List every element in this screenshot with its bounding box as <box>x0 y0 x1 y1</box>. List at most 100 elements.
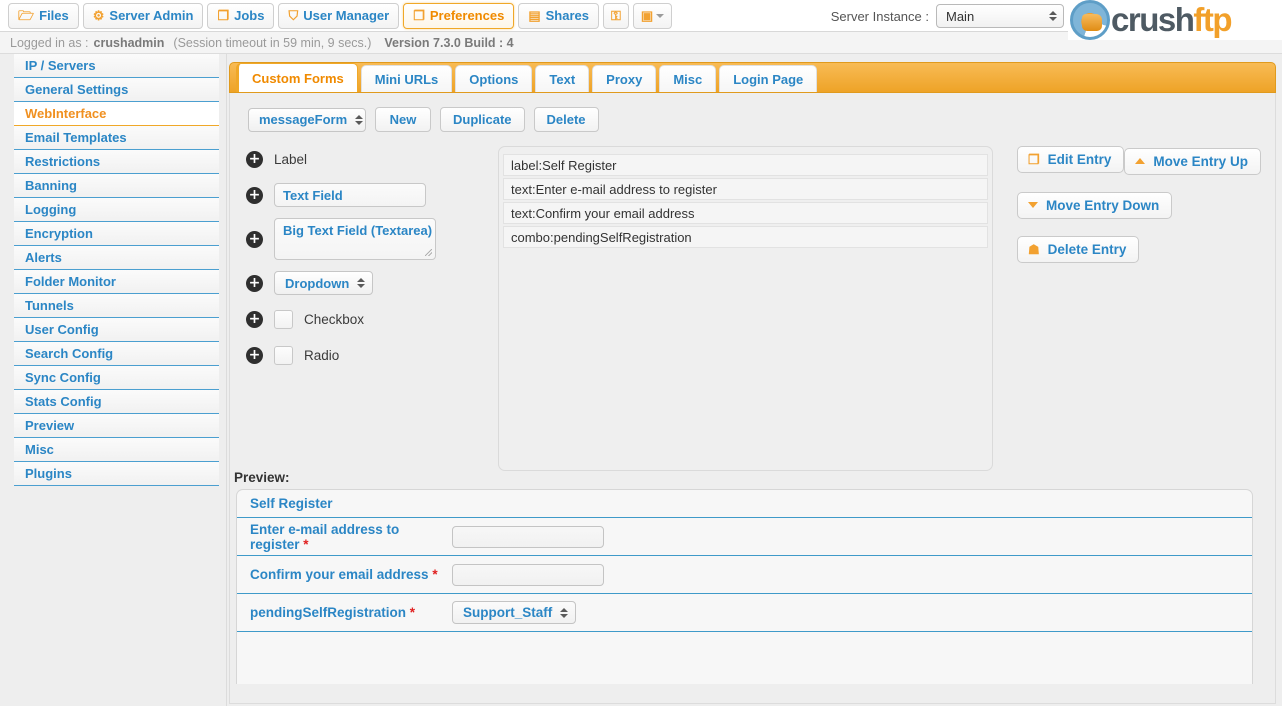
tab-label: Mini URLs <box>375 72 439 87</box>
logged-in-username: crushadmin <box>94 36 165 50</box>
required-asterisk: * <box>406 605 415 620</box>
nav-button-jobs[interactable]: ❐ Jobs <box>207 3 274 29</box>
sidebar-item-misc[interactable]: Misc <box>14 438 219 462</box>
sidebar-item-preview[interactable]: Preview <box>14 414 219 438</box>
form-entry-item[interactable]: text:Enter e-mail address to register <box>503 178 988 200</box>
sidebar-item-label: Folder Monitor <box>25 274 116 289</box>
tab-login-page[interactable]: Login Page <box>719 65 817 92</box>
sidebar-item-user-config[interactable]: User Config <box>14 318 219 342</box>
tab-misc[interactable]: Misc <box>659 65 716 92</box>
page-icon: ❐ <box>1028 153 1040 166</box>
add-dropdown-icon[interactable]: + <box>246 275 263 292</box>
logo-text-secondary: ftp <box>1193 1 1231 38</box>
preview-field-label-text: pendingSelfRegistration <box>250 605 406 620</box>
form-entry-item[interactable]: label:Self Register <box>503 154 988 176</box>
lock-icon: ⚿ <box>611 9 621 22</box>
custom-forms-panel: messageForm New Duplicate Delete +Label+… <box>229 93 1276 704</box>
sidebar-item-folder-monitor[interactable]: Folder Monitor <box>14 270 219 294</box>
palette-textarea-field[interactable]: Big Text Field (Textarea) <box>274 218 436 260</box>
sidebar-item-plugins[interactable]: Plugins <box>14 462 219 486</box>
sidebar-item-sync-config[interactable]: Sync Config <box>14 366 219 390</box>
add-radio-icon[interactable]: + <box>246 347 263 364</box>
sidebar-item-banning[interactable]: Banning <box>14 174 219 198</box>
palette-dropdown-field[interactable]: Dropdown <box>274 271 373 295</box>
preview-field-label: pendingSelfRegistration * <box>250 605 452 620</box>
sidebar-item-restrictions[interactable]: Restrictions <box>14 150 219 174</box>
sidebar-item-label: Plugins <box>25 466 72 481</box>
palette-radio-group: Radio <box>274 346 339 365</box>
nav-button-label: Jobs <box>234 8 264 23</box>
form-preview: Self Register Enter e-mail address to re… <box>236 489 1253 684</box>
nav-button-preferences[interactable]: ❐Preferences <box>403 3 514 29</box>
palette-checkbox-label: Checkbox <box>304 312 364 327</box>
logo-text-primary: crush <box>1111 1 1193 38</box>
chevron-updown-icon <box>355 115 363 125</box>
form-entry-item[interactable]: combo:pendingSelfRegistration <box>503 226 988 248</box>
tab-mini-urls[interactable]: Mini URLs <box>361 65 453 92</box>
session-timeout-text: (Session timeout in 59 min, 9 secs.) <box>173 36 371 50</box>
form-entry-list[interactable]: label:Self Registertext:Enter e-mail add… <box>498 146 993 471</box>
sidebar-item-encryption[interactable]: Encryption <box>14 222 219 246</box>
move-entry-down-button[interactable]: Move Entry Down <box>1017 192 1172 219</box>
sidebar-item-logging[interactable]: Logging <box>14 198 219 222</box>
palette-label-text: Label <box>274 152 307 167</box>
copy-icon: ❐ <box>217 9 229 22</box>
palette-row-dropdown: + Dropdown <box>246 270 498 296</box>
preview-text-input[interactable] <box>452 526 604 548</box>
sidebar-item-label: Misc <box>25 442 54 457</box>
nav-button-label: Shares <box>546 8 589 23</box>
sidebar-item-label: General Settings <box>25 82 128 97</box>
palette-row-checkbox: + Checkbox <box>246 306 498 332</box>
add-textarea-icon[interactable]: + <box>246 231 263 248</box>
palette-checkbox-box[interactable] <box>274 310 293 329</box>
edit-entry-button[interactable]: ❐Edit Entry <box>1017 146 1124 173</box>
palette-text-field[interactable]: Text Field <box>274 183 426 207</box>
tab-custom-forms[interactable]: Custom Forms <box>236 63 358 92</box>
add-checkbox-icon[interactable]: + <box>246 311 263 328</box>
tab-label: Misc <box>673 72 702 87</box>
tab-proxy[interactable]: Proxy <box>592 65 656 92</box>
sidebar-item-general-settings[interactable]: General Settings <box>14 78 219 102</box>
add-text-icon[interactable]: + <box>246 187 263 204</box>
form-entry-label: text:Confirm your email address <box>511 206 695 221</box>
trash-icon: ☗ <box>1028 243 1040 256</box>
sidebar-item-label: User Config <box>25 322 99 337</box>
server-instance-dropdown[interactable]: Main <box>936 4 1064 28</box>
preview-field-label: Enter e-mail address to register * <box>250 522 452 552</box>
new-form-button[interactable]: New <box>375 107 431 132</box>
folder-icon: 🗁 <box>18 9 34 22</box>
top-navigation-bar: 🗁Files⚙Server Admin ❐ Jobs ⛉User Manager❐Pr… <box>0 0 1282 32</box>
palette-dropdown-label: Dropdown <box>285 276 349 291</box>
sidebar-item-tunnels[interactable]: Tunnels <box>14 294 219 318</box>
tab-options[interactable]: Options <box>455 65 532 92</box>
form-select-dropdown[interactable]: messageForm <box>248 108 366 132</box>
form-entry-item[interactable]: text:Confirm your email address <box>503 202 988 224</box>
field-palette: + Label + Text Field + Big Text Field (Textar… <box>230 146 498 462</box>
sidebar-item-stats-config[interactable]: Stats Config <box>14 390 219 414</box>
sidebar-item-webinterface[interactable]: WebInterface <box>14 102 219 126</box>
delete-entry-button[interactable]: ☗Delete Entry <box>1017 236 1139 263</box>
duplicate-form-button[interactable]: Duplicate <box>440 107 525 132</box>
form-toolbar: messageForm New Duplicate Delete <box>230 103 1275 132</box>
add-label-icon[interactable]: + <box>246 151 263 168</box>
preview-empty-area <box>237 632 1252 684</box>
sidebar-item-email-templates[interactable]: Email Templates <box>14 126 219 150</box>
sidebar-item-alerts[interactable]: Alerts <box>14 246 219 270</box>
delete-form-button[interactable]: Delete <box>534 107 599 132</box>
sidebar-item-search-config[interactable]: Search Config <box>14 342 219 366</box>
move-entry-up-button[interactable]: Move Entry Up <box>1124 148 1261 175</box>
palette-row-textarea: + Big Text Field (Textarea) <box>246 218 498 260</box>
palette-radio-box[interactable] <box>274 346 293 365</box>
lock-button[interactable]: ⚿ <box>603 3 629 29</box>
sidebar-item-ip-servers[interactable]: IP / Servers <box>14 54 219 78</box>
image-button[interactable]: ▣ <box>633 3 672 29</box>
nav-button-server-admin[interactable]: ⚙Server Admin <box>83 3 204 29</box>
tab-label: Proxy <box>606 72 642 87</box>
nav-button-files[interactable]: 🗁Files <box>8 3 79 29</box>
nav-button-shares[interactable]: ▤Shares <box>518 3 599 29</box>
nav-button-user-manager[interactable]: ⛉User Manager <box>278 3 399 29</box>
preview-select[interactable]: Support_Staff <box>452 601 576 624</box>
preview-text-input[interactable] <box>452 564 604 586</box>
tab-text[interactable]: Text <box>535 65 589 92</box>
copy-icon: ❐ <box>413 9 425 22</box>
